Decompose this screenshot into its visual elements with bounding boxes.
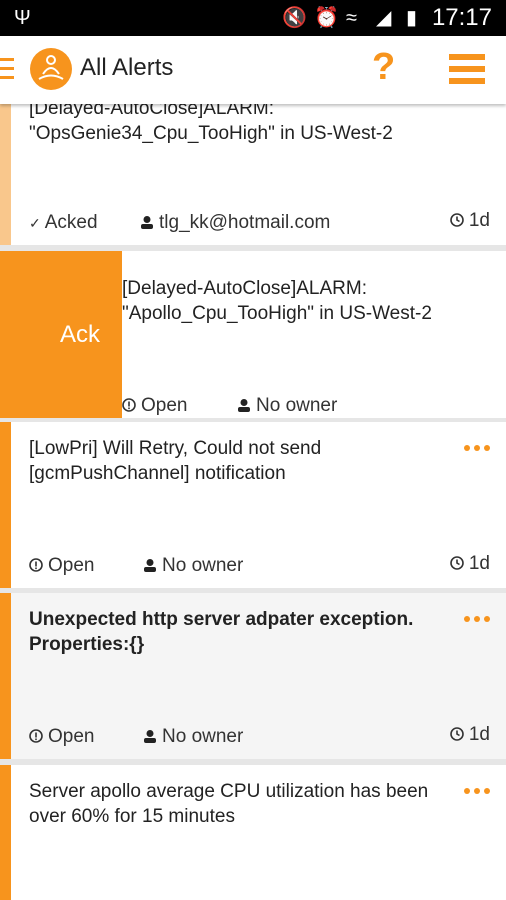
alert-card[interactable]: [Delayed-AutoClose]ALARM: "OpsGenie34_Cp… (0, 90, 506, 245)
user-icon (238, 399, 250, 412)
alert-status: Open (29, 726, 94, 748)
info-icon (122, 398, 136, 412)
alert-message: Server apollo average CPU utilization ha… (29, 781, 429, 827)
alert-status: Open (29, 555, 94, 577)
status-bar: Ψ 🔇 ⏰ ≈ ◢ ▮ 17:17 (0, 0, 506, 36)
alert-message: [Delayed-AutoClose]ALARM: "Apollo_Cpu_To… (122, 278, 432, 324)
alert-message: [LowPri] Will Retry, Could not send [gcm… (29, 438, 322, 484)
alert-age: 1d (450, 210, 490, 232)
clock-icon (450, 213, 464, 227)
user-icon (144, 559, 156, 572)
user-icon (141, 216, 153, 229)
alert-owner: No owner (143, 726, 243, 748)
alert-card-unread[interactable]: Unexpected http server adpater exception… (0, 593, 506, 759)
priority-stripe (0, 765, 11, 900)
alert-age: 1d (450, 553, 490, 575)
alert-card-content[interactable]: [Delayed-AutoClose]ALARM: "Apollo_Cpu_To… (122, 263, 506, 418)
info-icon (29, 729, 43, 743)
priority-stripe (0, 90, 11, 245)
alert-status: Open (122, 395, 187, 417)
more-options-icon[interactable] (460, 781, 490, 799)
help-button[interactable]: ? (372, 46, 395, 89)
priority-stripe (0, 593, 11, 759)
mute-icon: 🔇 (282, 7, 307, 29)
menu-icon[interactable] (449, 54, 485, 90)
app-bar: All Alerts ? (0, 36, 506, 104)
page-title: All Alerts (80, 54, 174, 81)
alert-status: ✓ Acked (29, 212, 98, 233)
signal-icon: ◢ (376, 7, 392, 29)
ack-action-button[interactable]: Ack (0, 251, 122, 418)
more-options-icon[interactable] (460, 609, 490, 627)
alarm-icon: ⏰ (314, 7, 339, 29)
more-options-icon[interactable] (460, 438, 490, 456)
alert-age: 1d (450, 724, 490, 746)
clock-icon (450, 727, 464, 741)
wifi-icon: ≈ (346, 7, 357, 29)
info-icon (29, 558, 43, 572)
alert-owner: No owner (237, 395, 337, 417)
battery-icon: ▮ (406, 7, 418, 29)
drawer-toggle-icon[interactable] (0, 58, 14, 80)
alert-card[interactable]: [LowPri] Will Retry, Could not send [gcm… (0, 422, 506, 588)
alert-card[interactable]: Server apollo average CPU utilization ha… (0, 765, 506, 900)
alert-message: Unexpected http server adpater exception… (29, 609, 414, 655)
usb-icon: Ψ (14, 7, 31, 29)
user-icon (144, 730, 156, 743)
alert-owner: No owner (143, 555, 243, 577)
clock-icon (450, 556, 464, 570)
status-time: 17:17 (431, 4, 492, 31)
ack-label: Ack (60, 321, 101, 348)
alert-card-swiped[interactable]: Ack [Delayed-AutoClose]ALARM: "Apollo_Cp… (0, 251, 506, 418)
priority-stripe (0, 422, 11, 588)
app-logo (30, 48, 72, 90)
check-icon: ✓ (29, 215, 41, 231)
alert-owner: tlg_kk@hotmail.com (140, 212, 330, 234)
